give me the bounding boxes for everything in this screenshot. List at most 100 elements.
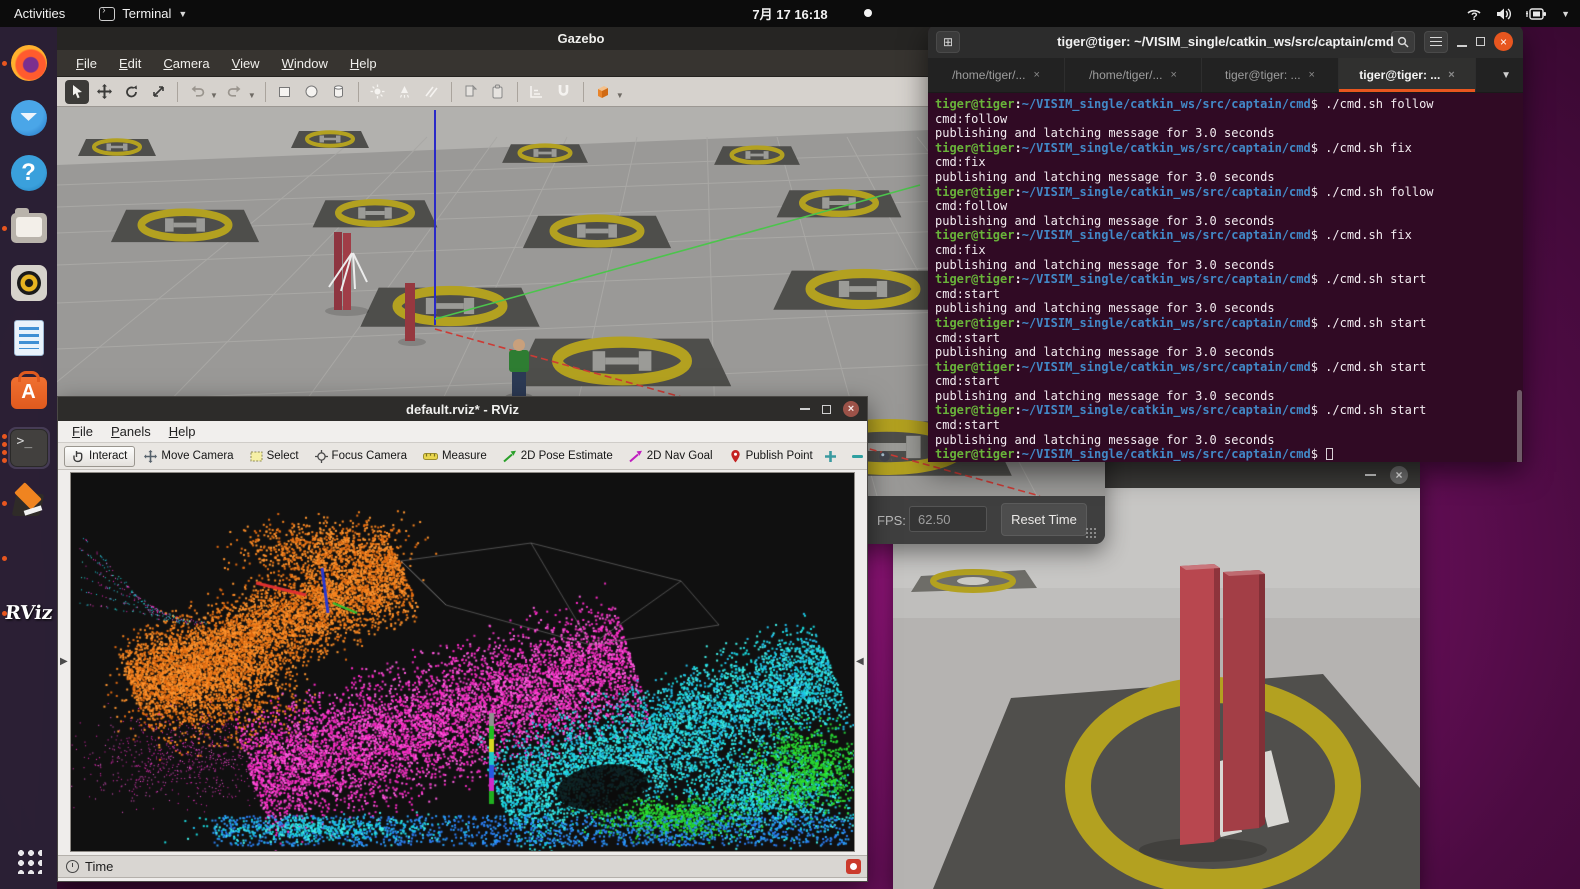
close-button[interactable]: × [843,401,859,417]
dropdown-caret-icon[interactable]: ▼ [616,91,624,100]
gazebo-tool-select-arrow-icon[interactable] [65,80,89,104]
dock-item-help[interactable]: ? [0,145,57,200]
mouse-window-3d-view[interactable] [893,488,1420,889]
dock-item-libreoffice-writer[interactable] [0,310,57,365]
dropdown-caret-icon[interactable]: ▼ [248,91,256,100]
terminal-tab-3[interactable]: tiger@tiger: ...× [1202,58,1339,92]
gazebo-tool-paste-icon[interactable] [486,80,510,104]
rviz-tool-focus-camera[interactable]: Focus Camera [308,447,414,466]
prompt-dollar: $ [1311,228,1325,242]
gazebo-tool-copy-icon[interactable] [459,80,483,104]
search-button[interactable] [1391,31,1415,53]
maximize-button[interactable] [822,405,831,414]
dock-item-ubuntu-software[interactable]: A [0,365,57,420]
tab-close-icon[interactable]: × [1448,69,1454,81]
gazebo-tool-align-icon[interactable] [525,80,549,104]
maximize-button[interactable] [1476,37,1485,46]
dock-item-thunderbird[interactable] [0,90,57,145]
rviz-menu-panels[interactable]: Panels [103,422,159,441]
terminal-line: cmd:start [935,418,1523,433]
fps-label: FPS: [877,513,906,528]
terminal-tab-4[interactable]: tiger@tiger: ... × [1339,58,1476,92]
gazebo-menu-edit[interactable]: Edit [110,53,150,74]
tab-close-icon[interactable]: × [1170,69,1176,81]
prompt-path: ~/VISIM_single/catkin_ws/src/captain/cmd [1022,185,1311,199]
rviz-tool-move-camera[interactable]: Move Camera [137,447,240,466]
minimize-button[interactable] [800,408,810,410]
dock-item-rhythmbox[interactable] [0,255,57,310]
files-icon [11,213,47,243]
prompt-dollar: $ [1311,185,1325,199]
gazebo-tool-directional-light-icon[interactable] [420,80,444,104]
rviz-remove-tool-button[interactable] [849,448,866,465]
gazebo-tool-rotate-icon[interactable] [119,80,143,104]
gazebo-tool-cylinder-icon[interactable] [327,80,351,104]
rviz-titlebar[interactable]: default.rviz* - RViz × [58,397,867,421]
gazebo-tool-scale-icon[interactable] [146,80,170,104]
close-button[interactable]: × [1390,466,1408,484]
chevron-down-icon[interactable]: ▼ [1561,9,1570,19]
gazebo-tool-box-icon[interactable] [273,80,297,104]
rviz-tool-2d-pose-estimate[interactable]: 2D Pose Estimate [496,447,620,466]
tab-close-icon[interactable]: × [1033,69,1039,81]
menu-button[interactable] [1424,31,1448,53]
tool-label: Select [267,450,299,462]
gazebo-tool-sphere-icon[interactable] [300,80,324,104]
output-text: cmd:follow [935,112,1007,126]
rviz-tool-properties-button[interactable]: ▼ [876,448,894,465]
dock-item-gazebo[interactable] [0,475,57,530]
rviz-tool-measure[interactable]: Measure [416,447,494,466]
terminal-titlebar[interactable]: ⊞ tiger@tiger: ~/VISIM_single/catkin_ws/… [928,25,1523,58]
dock-item-unknown-app[interactable] [0,530,57,585]
rviz-tool-interact[interactable]: Interact [64,446,135,467]
resize-grip[interactable] [1085,527,1097,539]
reset-time-button[interactable]: Reset Time [1001,503,1087,536]
collapse-left-panel-arrow[interactable]: ▶ [60,654,69,670]
gazebo-menu-view[interactable]: View [223,53,269,74]
rviz-add-tool-button[interactable] [822,448,839,465]
dropdown-caret-icon[interactable]: ▼ [210,91,218,100]
collapse-right-panel-arrow[interactable]: ◀ [856,654,865,670]
terminal-tab-1[interactable]: /home/tiger/...× [928,58,1065,92]
rviz-tool-select[interactable]: Select [243,447,306,466]
tab-list-caret[interactable]: ▼ [1489,58,1523,92]
time-panel-header[interactable]: Time [58,855,867,878]
gazebo-tool-snap-icon[interactable] [552,80,576,104]
scrollbar-thumb[interactable] [1517,390,1522,462]
show-applications-button[interactable] [0,839,57,883]
gazebo-tool-point-light-icon[interactable] [366,80,390,104]
rviz-tool-publish-point[interactable]: Publish Point [722,446,820,466]
gazebo-menu-help[interactable]: Help [341,53,386,74]
pointcloud-canvas[interactable] [71,473,854,851]
dock-item-files[interactable] [0,200,57,255]
notification-dot [864,9,872,17]
fps-value-field[interactable]: 62.50 [909,506,987,532]
rviz-menu-help[interactable]: Help [161,422,204,441]
tool-label: 2D Pose Estimate [521,450,613,462]
gazebo-tool-spot-light-icon[interactable] [393,80,417,104]
rviz-menu-file[interactable]: File [64,422,101,441]
gazebo-menu-camera[interactable]: Camera [154,53,218,74]
rviz-3d-render[interactable]: ▶ ◀ [70,472,855,852]
terminal-content[interactable]: tiger@tiger:~/VISIM_single/catkin_ws/src… [928,93,1523,462]
terminal-tab-2[interactable]: /home/tiger/...× [1065,58,1202,92]
gazebo-tool-redo-icon[interactable] [223,80,247,104]
tab-close-icon[interactable]: × [1309,69,1315,81]
terminal-line: cmd:follow [935,112,1523,127]
gazebo-menu-window[interactable]: Window [273,53,337,74]
dock-item-terminal[interactable]: >_ [0,420,57,475]
rviz-tool-2d-nav-goal[interactable]: 2D Nav Goal [622,447,720,466]
gazebo-tool-translate-icon[interactable] [92,80,116,104]
close-button[interactable]: × [1494,32,1513,51]
gazebo-menu-file[interactable]: File [67,53,106,74]
new-tab-button[interactable]: ⊞ [936,31,960,53]
minimize-button[interactable] [1365,474,1376,476]
gazebo-tool-undo-icon[interactable] [185,80,209,104]
dock-item-rviz[interactable]: RViz [0,585,57,640]
time-panel-close-button[interactable] [846,859,861,874]
minimize-button[interactable] [1457,45,1467,47]
dock-item-firefox[interactable] [0,35,57,90]
tab-label: tiger@tiger: ... [1359,68,1440,82]
clock[interactable]: 7月 17 16:18 [0,4,1580,23]
gazebo-tool-view-angle-icon[interactable] [591,80,615,104]
